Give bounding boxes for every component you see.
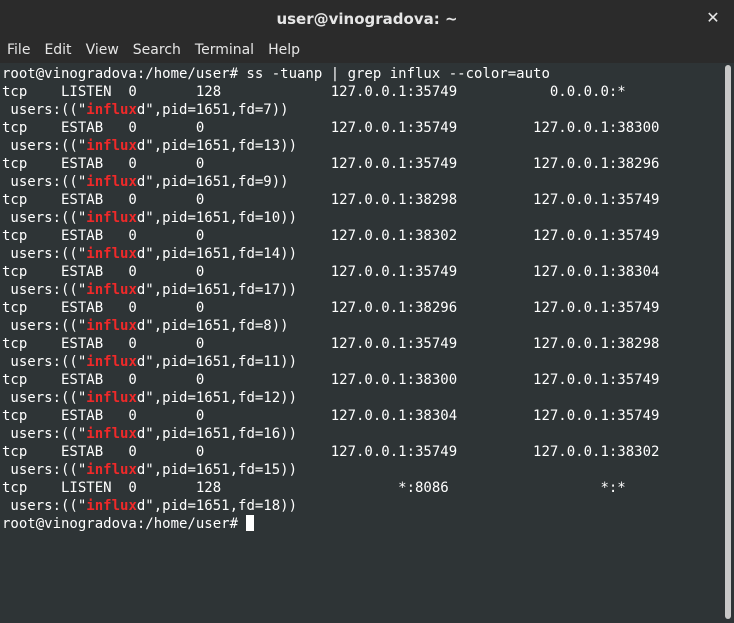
- title-bar[interactable]: user@vinogradova: ~ ✕: [0, 0, 734, 37]
- grep-match: influx: [86, 102, 137, 118]
- process-suffix: d",pid=1651,fd=17)): [136, 282, 298, 298]
- process-suffix: d",pid=1651,fd=15)): [136, 462, 298, 478]
- process-prefix: users:((": [2, 390, 87, 406]
- grep-match: influx: [86, 318, 137, 334]
- process-suffix: d",pid=1651,fd=18)): [136, 498, 298, 514]
- socket-line: tcp ESTAB 0 0 127.0.0.1:35749 127.0.0.1:…: [2, 264, 660, 280]
- socket-line: tcp LISTEN 0 128 127.0.0.1:35749 0.0.0.0…: [2, 84, 626, 100]
- process-prefix: users:((": [2, 462, 87, 478]
- process-suffix: d",pid=1651,fd=14)): [136, 246, 298, 262]
- process-prefix: users:((": [2, 498, 87, 514]
- process-suffix: d",pid=1651,fd=11)): [136, 354, 298, 370]
- socket-line: tcp ESTAB 0 0 127.0.0.1:38296 127.0.0.1:…: [2, 300, 660, 316]
- text-cursor: [246, 515, 255, 531]
- prompt-line: root@vinogradova:/home/user#: [2, 515, 722, 533]
- grep-match: influx: [86, 210, 137, 226]
- grep-match: influx: [86, 354, 137, 370]
- process-prefix: users:((": [2, 102, 87, 118]
- socket-line: tcp ESTAB 0 0 127.0.0.1:38302 127.0.0.1:…: [2, 228, 660, 244]
- grep-match: influx: [86, 174, 137, 190]
- menu-edit[interactable]: Edit: [37, 37, 78, 63]
- grep-match: influx: [86, 498, 137, 514]
- menu-search[interactable]: Search: [126, 37, 188, 63]
- process-line: users:(("influxd",pid=1651,fd=18)): [2, 497, 722, 515]
- terminal-output[interactable]: root@vinogradova:/home/user# ss -tuanp |…: [0, 63, 722, 623]
- grep-match: influx: [86, 282, 137, 298]
- process-line: users:(("influxd",pid=1651,fd=13)): [2, 137, 722, 155]
- process-line: users:(("influxd",pid=1651,fd=10)): [2, 209, 722, 227]
- socket-line: tcp ESTAB 0 0 127.0.0.1:35749 127.0.0.1:…: [2, 336, 660, 352]
- process-line: users:(("influxd",pid=1651,fd=14)): [2, 245, 722, 263]
- terminal-window: user@vinogradova: ~ ✕ File Edit View Sea…: [0, 0, 734, 623]
- process-line: users:(("influxd",pid=1651,fd=8)): [2, 317, 722, 335]
- process-prefix: users:((": [2, 174, 87, 190]
- process-suffix: d",pid=1651,fd=12)): [136, 390, 298, 406]
- process-prefix: users:((": [2, 354, 87, 370]
- close-icon[interactable]: ✕: [704, 8, 722, 28]
- process-line: users:(("influxd",pid=1651,fd=7)): [2, 101, 722, 119]
- grep-match: influx: [86, 138, 137, 154]
- process-suffix: d",pid=1651,fd=16)): [136, 426, 298, 442]
- grep-match: influx: [86, 462, 137, 478]
- process-prefix: users:((": [2, 210, 87, 226]
- socket-line: tcp ESTAB 0 0 127.0.0.1:38304 127.0.0.1:…: [2, 408, 660, 424]
- process-suffix: d",pid=1651,fd=7)): [136, 102, 289, 118]
- socket-line: tcp ESTAB 0 0 127.0.0.1:35749 127.0.0.1:…: [2, 120, 660, 136]
- process-suffix: d",pid=1651,fd=13)): [136, 138, 298, 154]
- process-prefix: users:((": [2, 282, 87, 298]
- process-line: users:(("influxd",pid=1651,fd=17)): [2, 281, 722, 299]
- socket-line: tcp ESTAB 0 0 127.0.0.1:35749 127.0.0.1:…: [2, 156, 660, 172]
- process-prefix: users:((": [2, 138, 87, 154]
- scrollbar-thumb[interactable]: [725, 65, 731, 619]
- process-line: users:(("influxd",pid=1651,fd=11)): [2, 353, 722, 371]
- output-rows: tcp LISTEN 0 128 127.0.0.1:35749 0.0.0.0…: [2, 83, 722, 515]
- process-prefix: users:((": [2, 426, 87, 442]
- scrollbar[interactable]: [722, 63, 734, 623]
- socket-line: tcp ESTAB 0 0 127.0.0.1:38300 127.0.0.1:…: [2, 372, 660, 388]
- menu-view[interactable]: View: [79, 37, 126, 63]
- grep-match: influx: [86, 390, 137, 406]
- process-line: users:(("influxd",pid=1651,fd=9)): [2, 173, 722, 191]
- socket-line: tcp LISTEN 0 128 *:8086 *:*: [2, 480, 626, 496]
- process-suffix: d",pid=1651,fd=9)): [136, 174, 289, 190]
- grep-match: influx: [86, 426, 137, 442]
- menu-bar: File Edit View Search Terminal Help: [0, 37, 734, 63]
- socket-line: tcp ESTAB 0 0 127.0.0.1:38298 127.0.0.1:…: [2, 192, 660, 208]
- process-prefix: users:((": [2, 246, 87, 262]
- grep-match: influx: [86, 246, 137, 262]
- process-suffix: d",pid=1651,fd=10)): [136, 210, 298, 226]
- process-line: users:(("influxd",pid=1651,fd=15)): [2, 461, 722, 479]
- process-line: users:(("influxd",pid=1651,fd=12)): [2, 389, 722, 407]
- window-title: user@vinogradova: ~: [276, 9, 458, 28]
- menu-help[interactable]: Help: [261, 37, 307, 63]
- process-line: users:(("influxd",pid=1651,fd=16)): [2, 425, 722, 443]
- process-suffix: d",pid=1651,fd=8)): [136, 318, 289, 334]
- prompt-text: root@vinogradova:/home/user#: [2, 516, 247, 532]
- menu-file[interactable]: File: [0, 37, 37, 63]
- process-prefix: users:((": [2, 318, 87, 334]
- menu-terminal[interactable]: Terminal: [188, 37, 261, 63]
- command-line: root@vinogradova:/home/user# ss -tuanp |…: [2, 66, 550, 82]
- socket-line: tcp ESTAB 0 0 127.0.0.1:35749 127.0.0.1:…: [2, 444, 660, 460]
